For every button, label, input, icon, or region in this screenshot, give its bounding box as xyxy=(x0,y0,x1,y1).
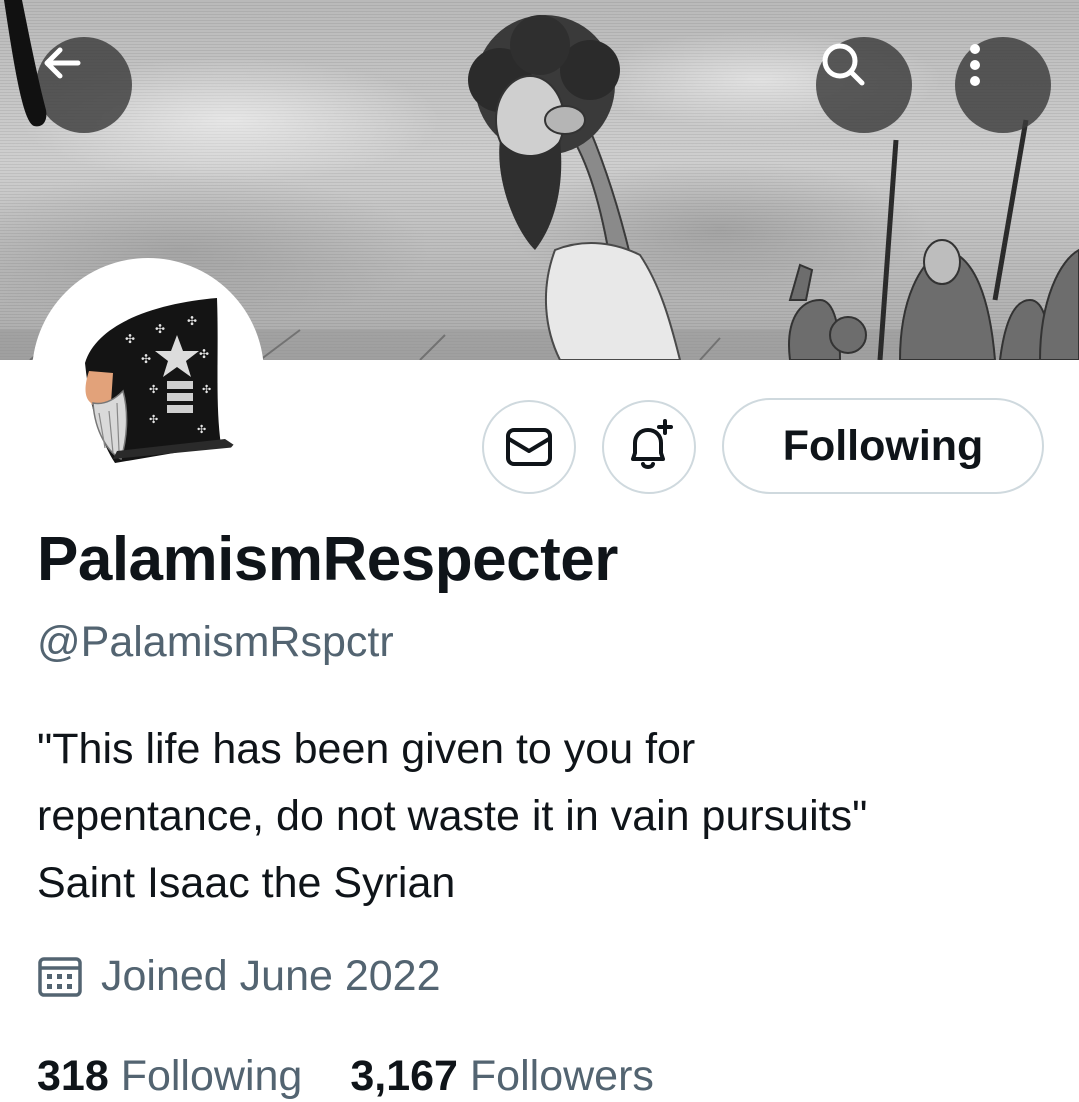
more-vertical-icon xyxy=(970,44,980,86)
search-button[interactable] xyxy=(816,37,912,133)
svg-text:✣: ✣ xyxy=(149,383,158,396)
joined-text: Joined June 2022 xyxy=(101,951,441,1000)
mail-icon xyxy=(506,428,552,466)
svg-text:✣: ✣ xyxy=(187,314,197,328)
notifications-button[interactable] xyxy=(602,400,696,494)
user-handle: @PalamismRspctr xyxy=(37,618,394,666)
bell-plus-icon xyxy=(631,419,673,469)
svg-text:✣: ✣ xyxy=(197,423,206,436)
following-count: 318 xyxy=(37,1052,109,1100)
bio-line: Saint Isaac the Syrian xyxy=(37,859,456,907)
svg-text:✣: ✣ xyxy=(141,352,151,366)
followers-count: 3,167 xyxy=(350,1052,458,1100)
following-stat[interactable]: 318 Following xyxy=(37,1052,302,1101)
svg-text:✣: ✣ xyxy=(155,322,165,336)
followers-stat[interactable]: 3,167 Followers xyxy=(350,1052,654,1101)
profile-bio: "This life has been given to you for rep… xyxy=(37,716,1057,917)
message-button[interactable] xyxy=(482,400,576,494)
bio-line: "This life has been given to you for xyxy=(37,725,696,773)
avatar[interactable]: ✣ ✣ ✣ ✣ ✣ ✣ ✣ ✣ ✣ xyxy=(32,258,264,490)
bio-line: repentance, do not waste it in vain purs… xyxy=(37,792,868,840)
svg-text:✣: ✣ xyxy=(149,413,158,426)
following-label: Following xyxy=(120,1052,303,1100)
display-name: PalamismRespecter xyxy=(37,525,618,594)
joined-date: Joined June 2022 xyxy=(37,950,441,1002)
follow-stats: 318 Following 3,167 Followers xyxy=(37,1052,702,1101)
followers-label: Followers xyxy=(469,1052,654,1100)
svg-text:✣: ✣ xyxy=(199,347,209,361)
following-button[interactable]: Following xyxy=(722,398,1044,494)
avatar-image: ✣ ✣ ✣ ✣ ✣ ✣ ✣ ✣ ✣ xyxy=(85,298,237,463)
search-icon xyxy=(822,43,865,86)
scroll-handle[interactable] xyxy=(0,0,52,128)
svg-text:✣: ✣ xyxy=(125,332,135,346)
more-options-button[interactable] xyxy=(955,37,1051,133)
calendar-icon xyxy=(37,950,93,1002)
svg-text:✣: ✣ xyxy=(202,383,211,396)
